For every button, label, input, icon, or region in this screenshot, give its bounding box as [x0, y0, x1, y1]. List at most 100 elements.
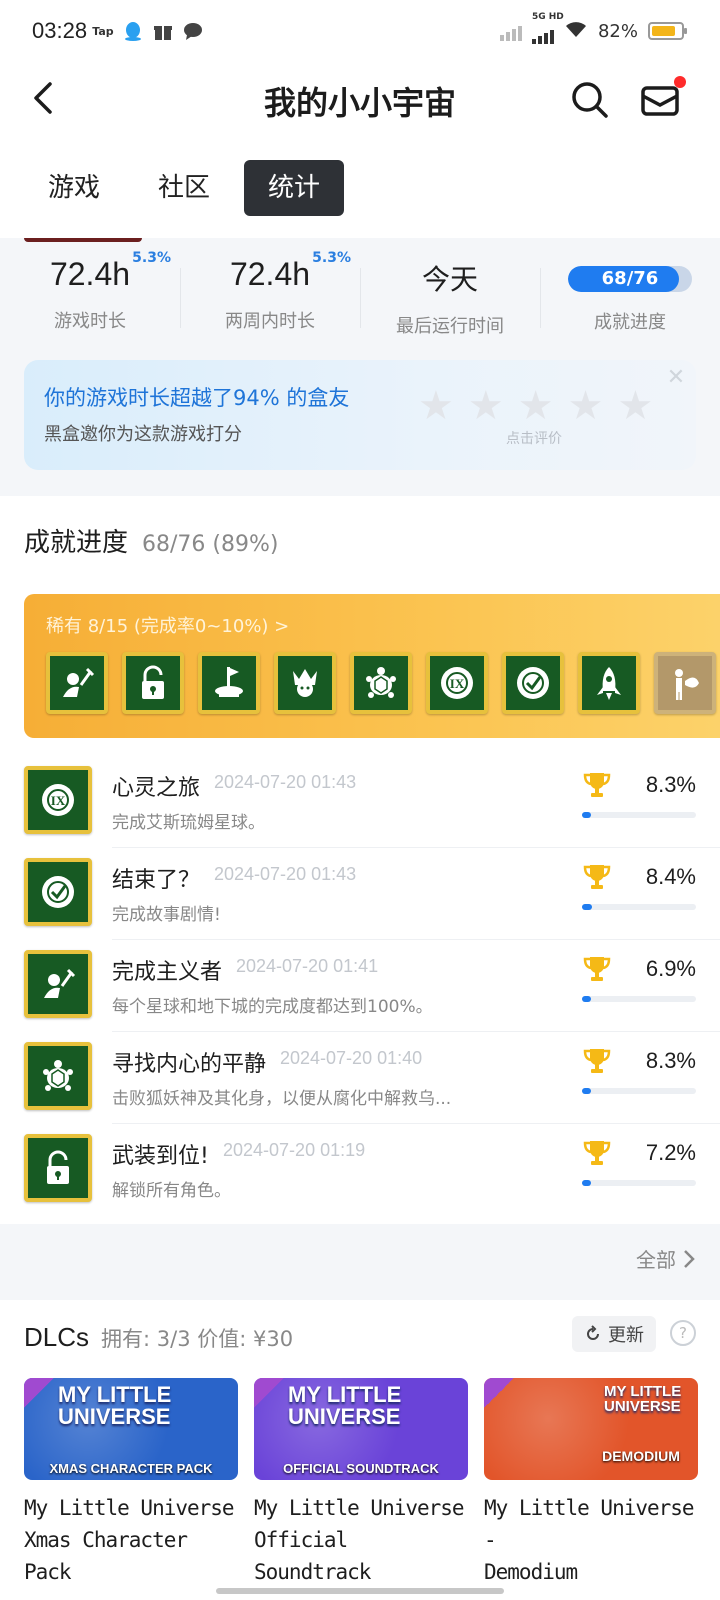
achievement-description: 每个星球和地下城的完成度都达到100%。	[112, 997, 433, 1017]
achievement-description: 完成艾斯琉姆星球。	[112, 813, 265, 833]
unlock-icon[interactable]	[122, 652, 184, 714]
fish-person-icon[interactable]	[654, 652, 716, 714]
signal-icon	[499, 21, 522, 41]
dlc-name: My Little Universe Xmas Character Pack	[24, 1496, 235, 1584]
dlc-name: My Little Universe Official Soundtrack	[254, 1496, 465, 1584]
dlc-corner-tag	[24, 1378, 54, 1408]
achievement-percent: 8.3%	[645, 772, 696, 797]
achievements-header: 成就进度 68/76 (89%)	[24, 522, 278, 559]
star-icon[interactable]: ★	[617, 386, 653, 426]
rarity-bar-fill	[582, 1088, 592, 1094]
last-run-value: 今天	[421, 264, 478, 295]
svg-text:IX: IX	[450, 676, 465, 691]
achievement-row[interactable]: 寻找内心的平静 2024-07-20 01:40 击败狐妖神及其化身，以便从腐化中解…	[0, 1032, 720, 1124]
svg-text:IX: IX	[51, 793, 66, 808]
battery-text: 82%	[597, 20, 638, 42]
divider	[180, 268, 181, 328]
star-icon[interactable]: ★	[418, 386, 454, 426]
dlc-header: DLCs 拥有: 3/3 价值: ¥30 更新 ?	[24, 1316, 696, 1353]
achievement-row[interactable]: 结束了？ 2024-07-20 01:43 完成故事剧情! 8.4%	[0, 848, 720, 940]
unlock-icon	[24, 1134, 92, 1202]
network-label: 5G HD	[531, 12, 564, 22]
tab-bar: 游戏 社区 统计	[24, 160, 345, 220]
check-shield-icon	[24, 858, 92, 926]
view-all-button[interactable]: 全部	[636, 1244, 696, 1273]
turtle-icon[interactable]	[350, 652, 412, 714]
achievement-name: 寻找内心的平静	[112, 1052, 267, 1077]
rocket-icon[interactable]	[578, 652, 640, 714]
divider	[540, 268, 541, 328]
notification-dot	[674, 76, 686, 88]
trophy-icon	[582, 770, 612, 800]
rarity-bar-fill	[582, 996, 592, 1002]
achievement-row[interactable]: 武装到位! 2024-07-20 01:19 解锁所有角色。 7.2%	[0, 1124, 720, 1216]
dlc-image: MY LITTLE UNIVERSE XMAS CHARACTER PACK	[24, 1378, 238, 1480]
home-indicator[interactable]	[216, 1588, 504, 1594]
achievements-title: 成就进度	[24, 528, 129, 558]
stat-achievement-progress[interactable]: 68/76 成就进度	[545, 256, 715, 334]
achievement-date: 2024-07-20 01:19	[223, 1140, 366, 1160]
gift-icon	[152, 20, 174, 42]
roman-nine-icon: IX	[24, 766, 92, 834]
two-weeks-badge: 5.3%	[312, 250, 351, 266]
dlc-image: MY LITTLE UNIVERSE DEMODIUM	[484, 1378, 698, 1480]
achievements-footer: 全部	[0, 1224, 720, 1300]
chevron-right-icon	[684, 1249, 695, 1268]
pedestal-icon[interactable]	[198, 652, 260, 714]
search-button[interactable]	[568, 78, 612, 122]
tab-stats[interactable]: 统计	[244, 160, 345, 216]
dlc-card[interactable]: MY LITTLE UNIVERSE XMAS CHARACTER PACK My …	[24, 1378, 238, 1588]
achievement-name: 武装到位!	[112, 1144, 209, 1169]
help-icon[interactable]: ?	[670, 1320, 696, 1346]
dlc-logo-text: MY LITTLE UNIVERSE	[58, 1382, 172, 1429]
samurai-icon[interactable]	[274, 652, 336, 714]
dlc-corner-tag	[254, 1378, 284, 1408]
achievement-description: 击败狐妖神及其化身，以便从腐化中解救乌...	[112, 1089, 452, 1109]
refresh-label: 更新	[608, 1325, 644, 1346]
search-icon	[572, 82, 608, 118]
rare-achievements-banner[interactable]: 稀有 8/15 (完成率0~10%) > IX	[24, 594, 720, 738]
achievement-rarity-bar	[582, 812, 696, 818]
star-icon[interactable]: ★	[518, 386, 554, 426]
achievement-percent: 8.3%	[645, 1048, 696, 1073]
battery-icon	[648, 22, 687, 40]
achievement-progress-label: 成就进度	[594, 312, 666, 333]
achievement-name: 完成主义者	[112, 960, 223, 985]
tap-icon: Tap	[92, 24, 114, 38]
tab-community[interactable]: 社区	[134, 160, 234, 216]
stats-panel: 72.4h 5.3% 游戏时长 72.4h 5.3% 两周内时长 今天 最后运行…	[0, 238, 720, 496]
achievements-count: 68/76 (89%)	[142, 532, 279, 557]
tab-games[interactable]: 游戏	[24, 160, 124, 216]
app-header: 我的小小宇宙	[0, 64, 720, 136]
achievement-rarity-bar	[582, 904, 696, 910]
network-icon: 5G HD	[531, 12, 564, 44]
rare-icons: IX	[46, 652, 716, 714]
turtle-icon	[24, 1042, 92, 1110]
stat-two-weeks: 72.4h 5.3% 两周内时长	[185, 250, 355, 333]
refresh-icon	[587, 1325, 599, 1340]
chat-icon	[182, 20, 204, 42]
roman-nine-icon[interactable]: IX	[426, 652, 488, 714]
dlc-card[interactable]: MY LITTLE UNIVERSE DEMODIUM My Little Univ…	[484, 1378, 698, 1588]
achievement-date: 2024-07-20 01:40	[280, 1048, 423, 1068]
dlc-image: MY LITTLE UNIVERSE OFFICIAL SOUNDTRACK	[254, 1378, 468, 1480]
close-icon[interactable]: ✕	[664, 366, 688, 390]
star-icon[interactable]: ★	[568, 386, 604, 426]
dlc-title: DLCs	[24, 1322, 90, 1352]
playtime-badge: 5.3%	[132, 250, 171, 266]
mail-button[interactable]	[638, 76, 686, 122]
page-title: 我的小小宇宙	[263, 84, 456, 122]
achievement-row[interactable]: 完成主义者 2024-07-20 01:41 每个星球和地下城的完成度都达到100%…	[0, 940, 720, 1032]
dig-icon[interactable]	[46, 652, 108, 714]
refresh-button[interactable]: 更新	[572, 1316, 656, 1352]
star-icon[interactable]: ★	[468, 386, 504, 426]
achievement-date: 2024-07-20 01:43	[214, 772, 357, 792]
achievement-row[interactable]: IX 心灵之旅 2024-07-20 01:43 完成艾斯琉姆星球。 8.3%	[0, 756, 720, 848]
dlc-card[interactable]: MY LITTLE UNIVERSE OFFICIAL SOUNDTRACK My …	[254, 1378, 468, 1588]
dlc-name: My Little Universe - Demodium	[484, 1496, 695, 1584]
status-time: 03:28	[32, 18, 88, 43]
achievement-list: IX 心灵之旅 2024-07-20 01:43 完成艾斯琉姆星球。 8.3% 结束了？ 2…	[0, 756, 720, 1216]
check-shield-icon[interactable]	[502, 652, 564, 714]
achievement-rarity-bar	[582, 1180, 696, 1186]
rare-label: 稀有 8/15 (完成率0~10%) >	[46, 616, 290, 637]
